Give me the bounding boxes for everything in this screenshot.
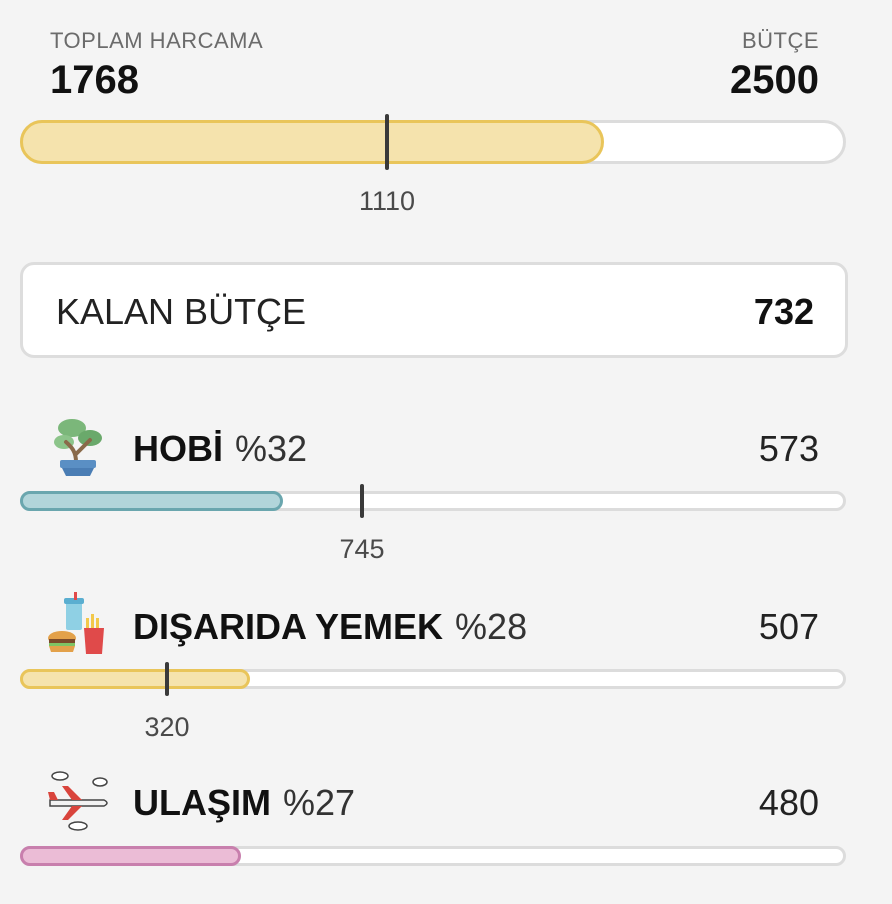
remaining-budget-label: KALAN BÜTÇE [56, 291, 307, 332]
category-target-marker [165, 662, 169, 696]
category-progress-fill [20, 669, 250, 689]
budget-value: 2500 [730, 58, 819, 102]
category-percent: %27 [283, 782, 356, 823]
category-progress-bar [20, 846, 846, 866]
category-ulasim-title: ULAŞIM %27 [133, 782, 355, 824]
category-name: DIŞARIDA YEMEK [133, 606, 444, 647]
category-progress-fill [20, 491, 283, 511]
category-name: HOBİ [133, 428, 223, 469]
budget-label: BÜTÇE [741, 28, 819, 53]
category-name: ULAŞIM [133, 782, 271, 823]
category-value: 507 [758, 606, 819, 647]
fast-food-icon [46, 592, 110, 656]
total-target-marker [385, 114, 389, 170]
category-progress-bar [20, 669, 846, 689]
category-value: 480 [758, 782, 819, 823]
category-target-marker [360, 484, 364, 518]
category-percent: %28 [455, 606, 528, 647]
total-spending-value: 1768 [50, 58, 139, 102]
remaining-budget-value: 732 [753, 291, 814, 332]
total-spending-label: TOPLAM HARCAMA [50, 28, 264, 53]
bonsai-icon [46, 414, 110, 478]
total-progress-bar [20, 120, 846, 164]
category-value: 573 [758, 428, 819, 469]
category-hobi-title: HOBİ %32 [133, 428, 307, 470]
remaining-budget-card: KALAN BÜTÇE 732 [20, 262, 848, 358]
category-percent: %32 [235, 428, 308, 469]
category-target-label: 320 [144, 712, 190, 742]
category-progress-fill [20, 846, 241, 866]
category-yemek-title: DIŞARIDA YEMEK %28 [133, 606, 527, 648]
category-target-label: 745 [339, 534, 385, 564]
airplane-icon [46, 770, 110, 834]
total-target-label: 1110 [358, 186, 416, 216]
category-progress-bar [20, 491, 846, 511]
total-progress-fill [20, 120, 604, 164]
